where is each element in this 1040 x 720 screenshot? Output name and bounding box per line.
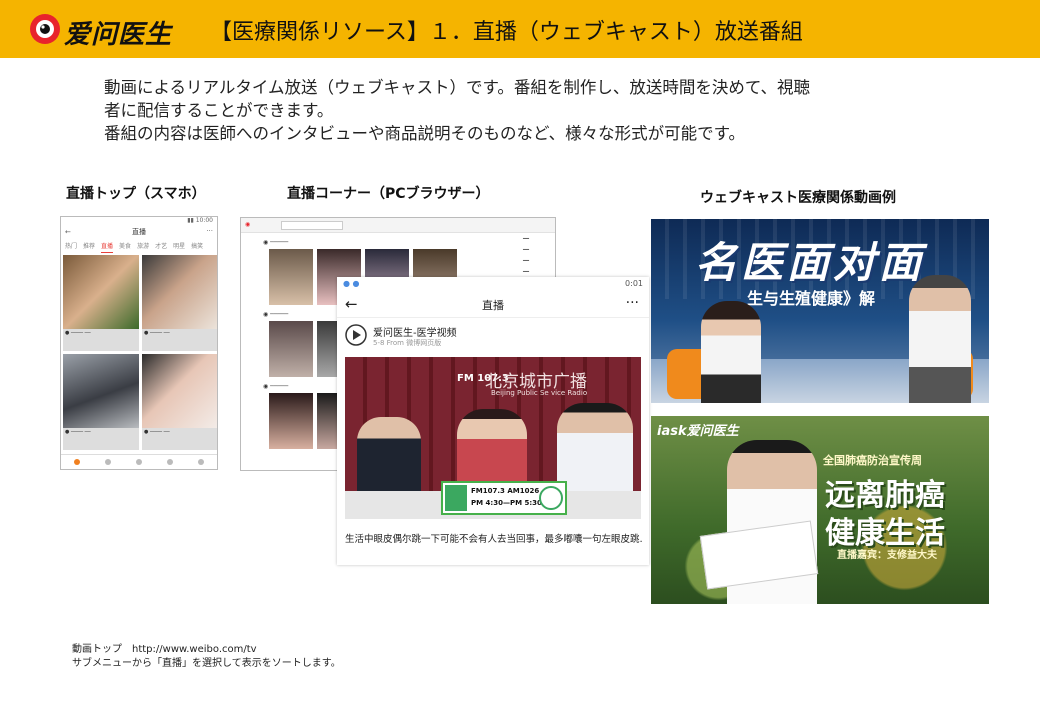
- profile-icon[interactable]: [198, 459, 205, 465]
- live-card[interactable]: ● ──── ──: [63, 255, 139, 351]
- phone-tab[interactable]: 推荐: [83, 241, 95, 253]
- example-video-1[interactable]: 名医面对面 生与生殖健康》解: [651, 219, 989, 403]
- live-thumbnail: [142, 354, 217, 428]
- live-card-meta: ● ──── ──: [65, 330, 91, 336]
- weibo-logo-icon: ◉: [245, 221, 251, 228]
- overlay-title: 直播: [482, 299, 504, 312]
- caption-pc: 直播コーナー（PCブラウザー）: [287, 186, 490, 202]
- banner-freq-1: FM107.3 AM1026: [471, 487, 540, 495]
- phone-tab-active[interactable]: 直播: [101, 241, 114, 253]
- guest-doctor: [909, 275, 971, 403]
- pc-search-input[interactable]: [281, 221, 343, 230]
- home-icon[interactable]: [73, 459, 80, 465]
- live-thumbnail: [63, 354, 139, 428]
- phone-title: 直播: [132, 228, 146, 236]
- phone-status-bar: ▮▮ 10:00: [187, 217, 213, 224]
- live-thumbnail: [142, 255, 217, 329]
- post-meta: 5-8 From 微博网页版: [373, 339, 442, 347]
- pc-side-item[interactable]: ━━: [523, 256, 551, 267]
- phone-bottom-nav: [61, 454, 217, 469]
- pc-live-thumb[interactable]: [269, 393, 313, 449]
- live-thumbnail: [63, 255, 139, 329]
- footer-line-2: サブメニューから「直播」を選択して表示をソートします。: [72, 658, 341, 669]
- footer-line-1: 動画トップ http://www.weibo.com/tv: [72, 644, 257, 655]
- phone-tab[interactable]: 旅游: [137, 241, 149, 253]
- more-icon[interactable]: ···: [206, 227, 213, 235]
- example-video-2[interactable]: iask爱问医生 全国肺癌防治宣传周 远离肺癌 健康生活 直播嘉宾：支修益大夫: [651, 416, 989, 604]
- phone-tab[interactable]: 才艺: [155, 241, 167, 253]
- phone-tab[interactable]: 搞笑: [191, 241, 203, 253]
- eye-logo-icon: [30, 14, 60, 44]
- pc-live-thumb[interactable]: [269, 249, 313, 305]
- status-time: 0:01: [625, 279, 643, 288]
- caption-examples: ウェブキャスト医療関係動画例: [700, 190, 896, 206]
- intro-line-3: 番組の内容は医師へのインタビューや商品説明そのものなど、様々な形式が可能です。: [104, 124, 746, 143]
- live-card-meta: ● ──── ──: [144, 429, 170, 435]
- live-card-meta: ● ──── ──: [144, 330, 170, 336]
- post-header: 爱问医生-医学视频 5-8 From 微博网页版: [337, 318, 649, 358]
- header-bar: 爱问医生 【医療関係リソース】１．直播（ウェブキャスト）放送番組: [0, 0, 1040, 58]
- live-card[interactable]: ● ──── ──: [63, 354, 139, 450]
- live-card[interactable]: ● ──── ──: [142, 354, 217, 450]
- guest-line: 直播嘉宾：支修益大夫: [837, 550, 937, 561]
- hospital-seal-icon: [539, 486, 563, 510]
- overlay-nav-bar: ← 直播 ···: [337, 291, 649, 318]
- overlay-status-bar: ● ● 0:01: [337, 277, 649, 291]
- live-icon[interactable]: [135, 459, 142, 465]
- page-title: 【医療関係リソース】１．直播（ウェブキャスト）放送番組: [210, 20, 803, 45]
- intro-line-1: 動画によるリアルタイム放送（ウェブキャスト）です。番組を制作し、放送時間を決めて…: [104, 78, 811, 97]
- phone-tab[interactable]: 明星: [173, 241, 185, 253]
- campaign-top-line: 全国肺癌防治宣传周: [823, 454, 922, 467]
- phone-screenshot: ▮▮ 10:00 ← 直播 ··· 热门 推荐 直播 美食 旅游 才艺 明星 搞…: [60, 216, 218, 470]
- intro-text: 動画によるリアルタイム放送（ウェブキャスト）です。番組を制作し、放送時間を決めて…: [104, 76, 924, 145]
- pc-live-thumb[interactable]: [269, 321, 313, 377]
- brand-logo-text: 爱问医生: [64, 20, 173, 50]
- phone-tab[interactable]: 热门: [65, 241, 77, 253]
- brand-watermark: iask爱问医生: [657, 424, 739, 439]
- phone-live-grid: ● ──── ── ● ──── ── ● ──── ── ● ──── ──: [61, 253, 217, 452]
- banner-freq-2: PM 4:30—PM 5:30: [471, 499, 542, 507]
- phone-tab[interactable]: 美食: [119, 241, 131, 253]
- video-player[interactable]: FM 107.3 北京城市广播 Beijing Public Se vice R…: [345, 357, 641, 519]
- program-subtitle: 生与生殖健康》解: [747, 289, 876, 308]
- video-caption[interactable]: 生活中眼皮偶尔跳一下可能不会有人去当回事，最多嘟囔一句左眼皮跳…: [345, 531, 643, 545]
- pc-side-item[interactable]: ━━: [523, 234, 551, 245]
- host-woman: [701, 301, 761, 403]
- play-avatar-icon[interactable]: [345, 324, 367, 346]
- phone-tabs: 热门 推荐 直播 美食 旅游 才艺 明星 搞笑: [61, 241, 217, 253]
- message-icon[interactable]: [167, 459, 174, 465]
- notification-icon: ● ●: [343, 279, 360, 288]
- brand-logo[interactable]: 爱问医生: [28, 10, 188, 50]
- banner-logo-icon: [445, 485, 467, 511]
- pc-section-label: ◉ ─────: [263, 239, 289, 246]
- studio-sign-sub: Beijing Public Se vice Radio: [491, 389, 588, 397]
- pc-top-bar: ◉: [241, 218, 555, 233]
- account-name[interactable]: 爱问医生-医学视频: [373, 324, 457, 339]
- phone-title-bar: ← 直播 ···: [61, 227, 217, 241]
- live-card[interactable]: ● ──── ──: [142, 255, 217, 351]
- pc-side-item[interactable]: ━━: [523, 245, 551, 256]
- back-arrow-icon[interactable]: ←: [65, 228, 71, 236]
- more-icon[interactable]: ···: [626, 295, 639, 311]
- program-title: 名医面对面: [695, 238, 926, 287]
- live-video-screenshot: ● ● 0:01 ← 直播 ··· 爱问医生-医学视频 5-8 From 微博网…: [337, 277, 649, 565]
- live-card-meta: ● ──── ──: [65, 429, 91, 435]
- caption-phone: 直播トップ（スマホ）: [66, 186, 206, 202]
- discover-icon[interactable]: [104, 459, 111, 465]
- intro-line-2: 者に配信することができます。: [104, 101, 334, 120]
- footer-note: 動画トップ http://www.weibo.com/tv サブメニューから「直…: [72, 643, 341, 671]
- broadcast-banner: FM107.3 AM1026 PM 4:30—PM 5:30: [441, 481, 567, 515]
